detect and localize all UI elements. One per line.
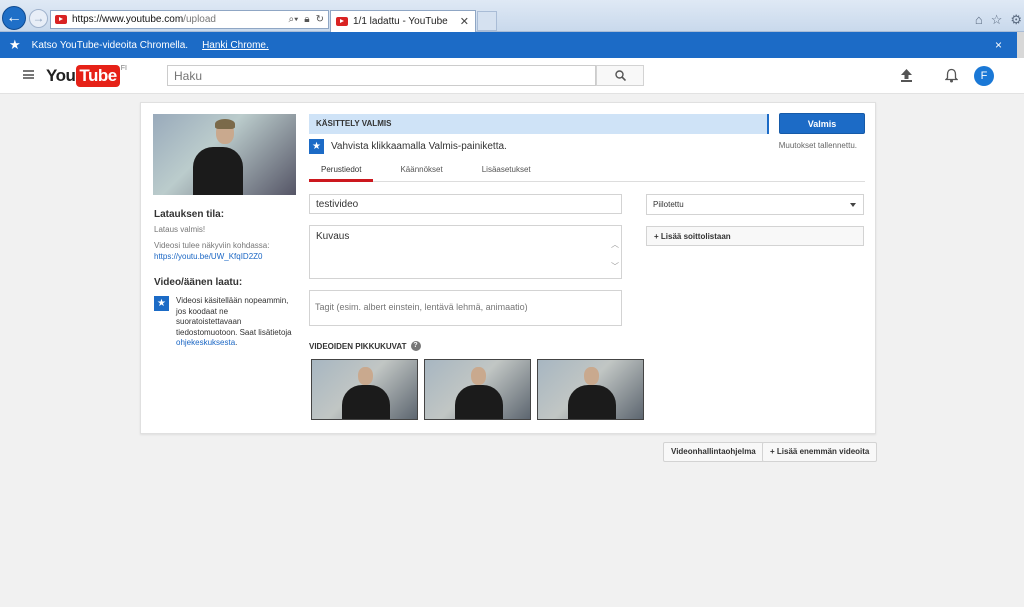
tags-field[interactable]: Tagit (esim. albert einstein, lentävä le… [309,290,622,326]
star-icon: ★ [309,139,324,154]
close-icon[interactable]: × [995,38,1002,52]
processing-status-bar: KÄSITTELY VALMIS [309,114,769,134]
video-preview-thumbnail [153,114,296,195]
chevron-down-icon [850,203,856,207]
scroll-arrows-icon[interactable]: ︿ ﹀ [611,234,619,278]
bell-icon[interactable] [945,68,958,83]
youtube-favicon-icon [336,17,348,26]
thumbnails-heading: VIDEOIDEN PIKKUKUVAT ? [309,341,421,351]
forward-button[interactable]: → [29,9,48,28]
avatar[interactable]: F [974,66,994,86]
refresh-icon[interactable]: ↻ [316,14,324,25]
logo-country: FI [120,65,127,72]
upload-icon[interactable] [900,69,913,82]
tab-advanced-settings[interactable]: Lisäasetukset [470,160,543,182]
close-tab-icon[interactable]: ✕ [460,15,469,28]
help-icon[interactable]: ? [410,341,421,351]
star-icon: ★ [154,296,169,311]
confirm-text: Vahvista klikkaamalla Valmis-painiketta. [331,141,507,152]
youtube-header: You Tube FI F [0,58,1024,94]
search-button[interactable] [596,65,644,86]
thumbnails-label: VIDEOIDEN PIKKUKUVAT [309,341,407,351]
description-field[interactable]: Kuvaus ︿ ﹀ [309,225,622,279]
video-manager-button[interactable]: Videonhallintaohjelma [663,442,764,462]
upload-status-value: Lataus valmis! [154,225,206,234]
promo-link[interactable]: Hanki Chrome. [202,40,269,51]
upload-tabs: Perustiedot Käännökset Lisäasetukset [309,160,865,182]
thumbnail-option-3[interactable] [537,359,644,420]
add-to-playlist-button[interactable]: + Lisää soittolistaan [646,226,864,246]
promo-text: Katso YouTube-videoita Chromella. [31,39,189,51]
quality-text: Videosi käsitellään nopeammin, jos kooda… [176,296,294,349]
menu-icon[interactable] [23,70,34,79]
browser-chrome: ← → https://www.youtube.com/upload ⌕▾ 🔒︎… [0,0,1024,32]
favorites-star-icon[interactable]: ☆ [991,12,1003,28]
video-person [455,385,503,419]
saved-status: Muutokset tallennettu. [778,141,857,150]
tab-translations[interactable]: Käännökset [388,160,454,182]
video-person [568,385,616,419]
tab-basic-info[interactable]: Perustiedot [309,160,374,182]
search-icon [615,70,626,81]
home-icon[interactable]: ⌂ [975,12,983,28]
youtube-logo[interactable]: You Tube FI [46,65,127,87]
tab-title: 1/1 ladattu - YouTube [353,16,448,27]
privacy-select[interactable]: Piilotettu [646,194,864,215]
back-button[interactable]: ← [2,6,26,30]
quality-label: Video/äänen laatu: [154,277,243,288]
youtube-favicon-icon [55,15,67,24]
upload-card: Latauksen tila: Lataus valmis! Videosi t… [140,102,876,434]
thumbnail-option-2[interactable] [424,359,531,420]
search-icon[interactable]: ⌕▾ [288,14,298,25]
logo-tube: Tube [76,65,120,87]
chrome-promo-bar: ★ Katso YouTube-videoita Chromella. Hank… [0,32,1024,58]
help-center-link[interactable]: ohjekeskuksesta [176,338,235,347]
video-person [193,147,243,195]
done-button[interactable]: Valmis [779,113,865,134]
thumbnail-option-1[interactable] [311,359,418,420]
lock-icon[interactable]: 🔒︎ [304,14,309,25]
upload-status-panel: Latauksen tila: Lataus valmis! Videosi t… [154,209,294,349]
video-url-intro: Videosi tulee näkyviin kohdassa: [154,241,270,250]
url-path: /upload [183,14,216,25]
video-url-link[interactable]: https://youtu.be/UW_KfqID2Z0 [154,251,294,262]
video-person-head [358,367,373,385]
description-placeholder: Kuvaus [316,231,350,242]
logo-you: You [46,66,76,85]
video-person [342,385,390,419]
add-more-videos-button[interactable]: + Lisää enemmän videoita [762,442,878,462]
video-person-head [584,367,599,385]
new-tab-button[interactable] [477,11,497,31]
browser-tab[interactable]: 1/1 ladattu - YouTube ✕ [330,10,476,32]
quality-text-end: . [235,338,238,347]
url-host: https://www.youtube.com [72,14,184,25]
scrollbar[interactable] [1017,32,1024,58]
video-person-head [471,367,486,385]
title-field[interactable]: testivideo [309,194,622,214]
confirm-message: ★ Vahvista klikkaamalla Valmis-painikett… [309,139,507,154]
star-icon: ★ [9,37,21,52]
quality-text-body: Videosi käsitellään nopeammin, jos kooda… [176,296,292,337]
address-bar[interactable]: https://www.youtube.com/upload ⌕▾ 🔒︎ ↻ [50,10,329,29]
search-input[interactable] [167,65,596,86]
video-person-hair [215,119,235,129]
settings-gear-icon[interactable]: ⚙ [1010,12,1022,28]
privacy-value: Piilotettu [653,200,684,209]
upload-status-label: Latauksen tila: [154,209,225,220]
